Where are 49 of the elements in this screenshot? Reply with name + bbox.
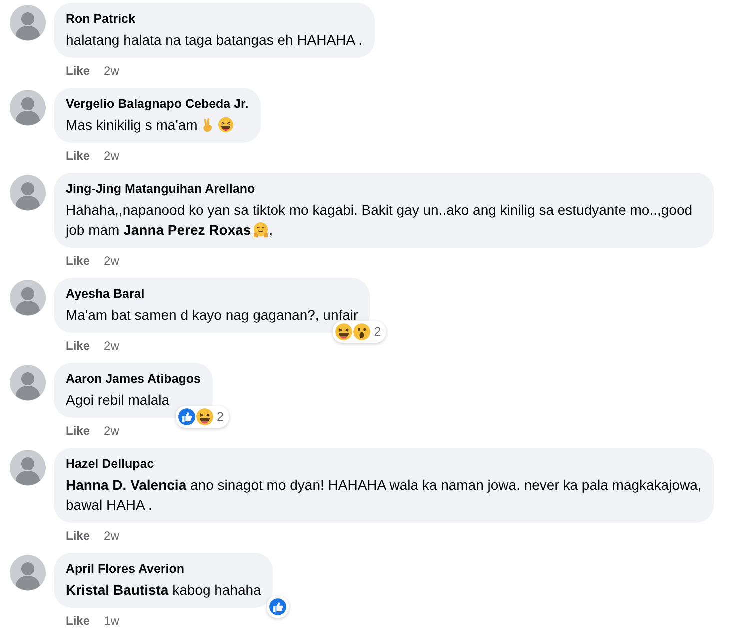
- timestamp[interactable]: 2w: [104, 423, 120, 439]
- avatar-icon[interactable]: [10, 555, 46, 591]
- thumbs-up-icon: [269, 598, 288, 616]
- reaction-summary[interactable]: [267, 596, 290, 618]
- laughing-emoji-icon: [196, 408, 214, 426]
- avatar-icon[interactable]: [10, 450, 46, 486]
- reaction-summary[interactable]: 2: [333, 321, 386, 343]
- author-link[interactable]: Ayesha Baral: [66, 286, 358, 302]
- laughing-emoji-icon: [218, 117, 234, 133]
- author-link[interactable]: Ron Patrick: [66, 11, 363, 27]
- reaction-summary[interactable]: 2: [176, 406, 229, 428]
- comment-text: Agoi rebil malala: [66, 391, 170, 410]
- avatar-icon[interactable]: [10, 5, 46, 41]
- author-link[interactable]: Jing-Jing Matanguihan Arellano: [66, 181, 702, 197]
- comment-text: Hahaha,,napanood ko yan sa tiktok mo kagabi. Bakit gay un..ako ang kinilig sa estudyante mo..,good job mam Janna Perez Roxas ,: [66, 201, 694, 240]
- author-link[interactable]: April Flores Averion: [66, 561, 262, 577]
- like-link[interactable]: Like: [66, 63, 90, 79]
- author-link[interactable]: Vergelio Balagnapo Cebeda Jr.: [66, 96, 249, 112]
- timestamp[interactable]: 1w: [104, 613, 120, 628]
- laughing-emoji-icon: [335, 323, 354, 341]
- comment-text: halatang halata na taga batangas eh HAHAHA .: [66, 31, 363, 50]
- mention-link[interactable]: Kristal Bautista: [66, 582, 169, 598]
- timestamp[interactable]: 2w: [104, 528, 120, 544]
- timestamp[interactable]: 2w: [104, 253, 120, 269]
- author-link[interactable]: Hazel Dellupac: [66, 456, 702, 472]
- reaction-count: 2: [216, 410, 225, 424]
- surprised-emoji-icon: [353, 323, 372, 341]
- avatar-icon[interactable]: [10, 175, 46, 211]
- mention-link[interactable]: Hanna D. Valencia: [66, 477, 187, 493]
- avatar-icon[interactable]: [10, 280, 46, 316]
- like-link[interactable]: Like: [66, 528, 90, 544]
- like-link[interactable]: Like: [66, 613, 90, 628]
- comment-text: Mas kinikilig s ma'am: [66, 115, 249, 135]
- mention-link[interactable]: Janna Perez Roxas: [124, 222, 252, 238]
- timestamp[interactable]: 2w: [104, 63, 120, 79]
- timestamp[interactable]: 2w: [104, 148, 120, 164]
- comment-text: Kristal Bautista kabog hahaha: [66, 581, 262, 600]
- thumbs-up-icon: [178, 408, 196, 426]
- like-link[interactable]: Like: [66, 338, 90, 354]
- comment-text: Hanna D. Valencia ano sinagot mo dyan! HAHAHA wala ka naman jowa. never ka pala magkakajowa, bawal HAHA .: [66, 476, 702, 515]
- like-link[interactable]: Like: [66, 148, 90, 164]
- avatar-icon[interactable]: [10, 90, 46, 126]
- avatar-icon[interactable]: [10, 365, 46, 401]
- hugging-emoji-icon: [253, 222, 270, 238]
- reaction-count: 2: [373, 325, 382, 339]
- like-link[interactable]: Like: [66, 253, 90, 269]
- author-link[interactable]: Aaron James Atibagos: [66, 371, 201, 387]
- timestamp[interactable]: 2w: [104, 338, 120, 354]
- like-link[interactable]: Like: [66, 423, 90, 439]
